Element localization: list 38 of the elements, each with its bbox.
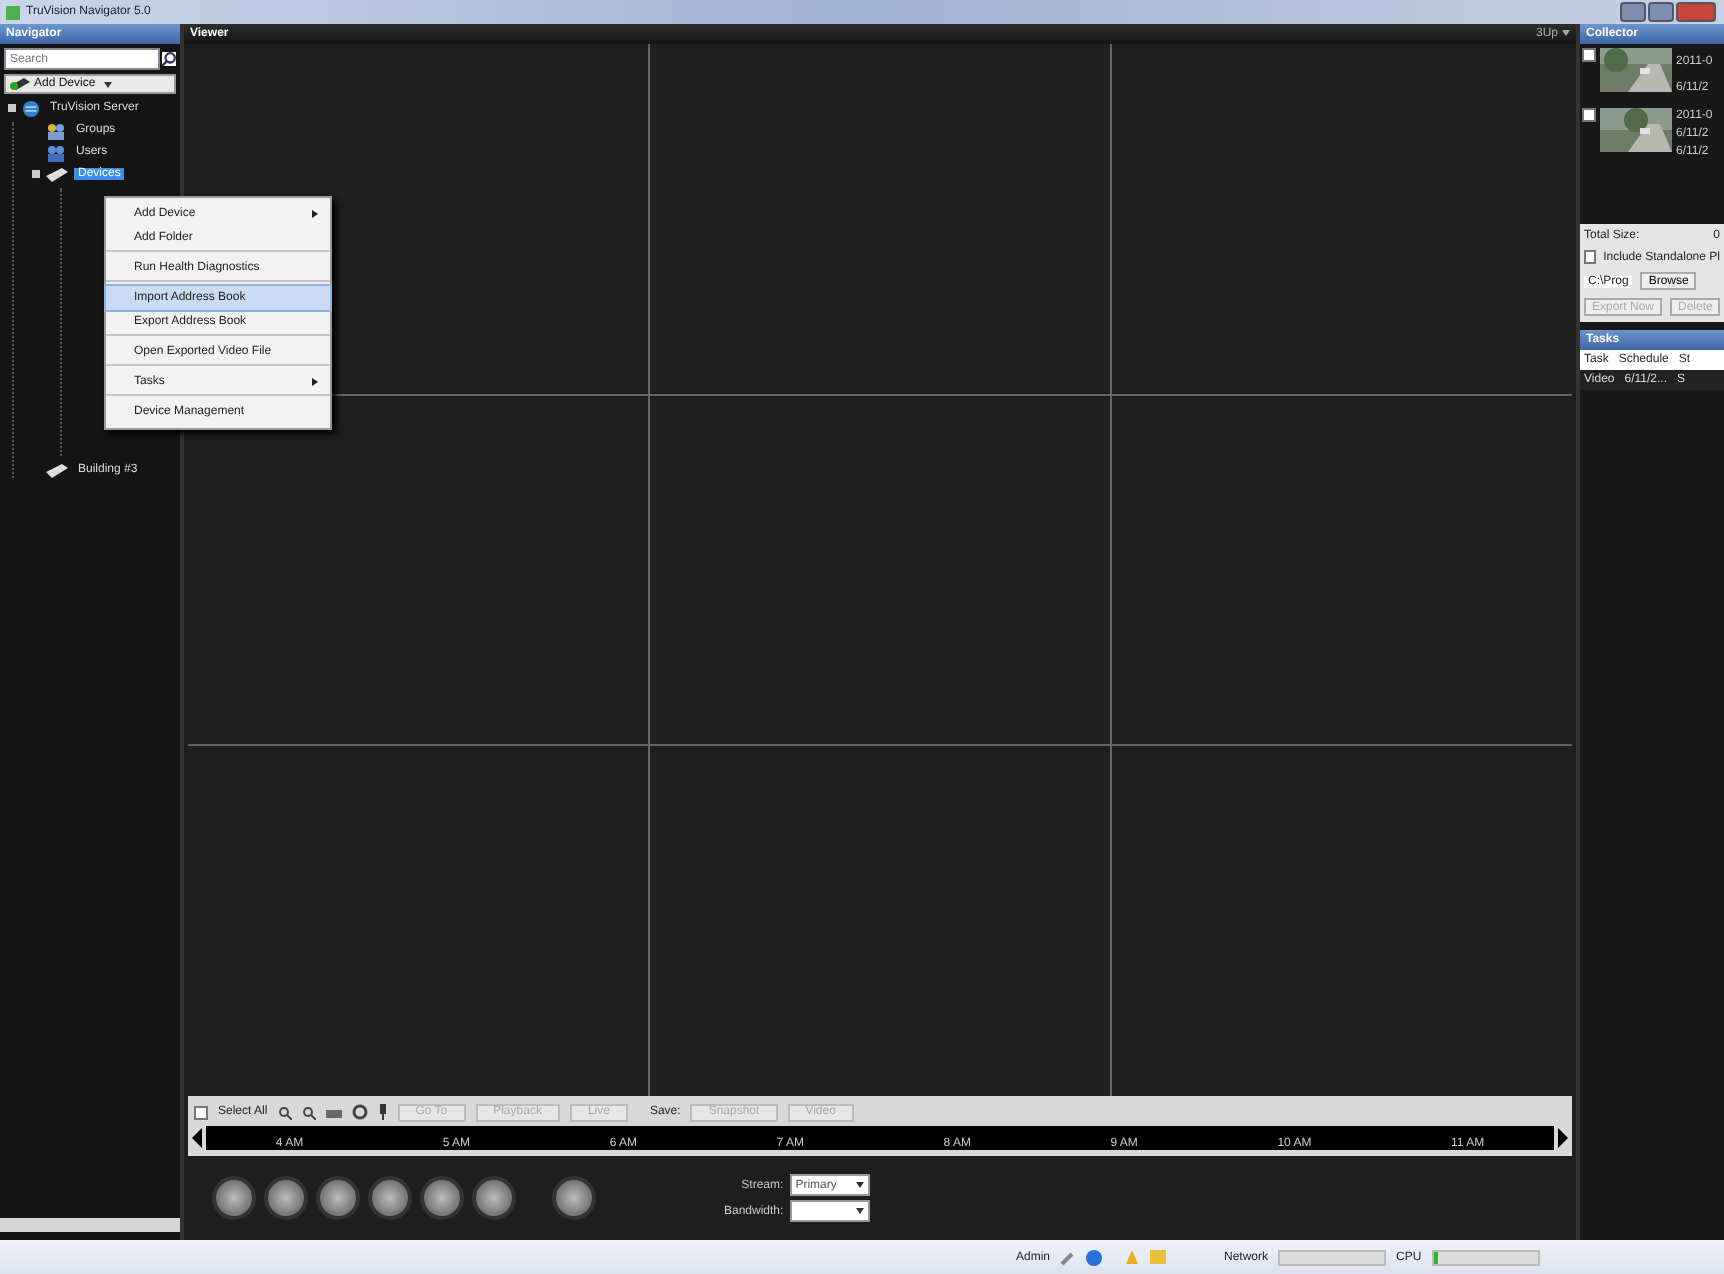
video-tile[interactable]	[1112, 746, 1572, 1096]
play-button[interactable]	[368, 1176, 412, 1220]
scrollbar[interactable]	[0, 1218, 180, 1232]
caret-icon[interactable]	[103, 81, 112, 87]
bandwidth-dropdown[interactable]	[789, 1200, 870, 1222]
help-icon[interactable]	[1086, 1249, 1103, 1265]
video-tile[interactable]	[1112, 395, 1572, 745]
checkbox[interactable]	[194, 1105, 208, 1119]
submenu-arrow-icon	[312, 210, 318, 218]
checkbox[interactable]	[1582, 108, 1596, 122]
submenu-arrow-icon	[312, 378, 318, 386]
network-meter	[1278, 1249, 1387, 1265]
zoom-in-icon[interactable]	[277, 1105, 292, 1119]
record-button[interactable]	[552, 1176, 596, 1220]
microphone-icon[interactable]	[377, 1104, 388, 1120]
search-icon[interactable]	[162, 52, 176, 66]
app-icon	[6, 5, 20, 19]
skip-forward-button[interactable]	[472, 1176, 516, 1220]
rewind-button[interactable]	[264, 1176, 308, 1220]
skip-back-button[interactable]	[212, 1176, 256, 1220]
globe-icon	[22, 99, 40, 117]
checkbox[interactable]	[1582, 48, 1596, 62]
video-tile[interactable]	[650, 395, 1110, 745]
video-tile[interactable]	[1112, 44, 1572, 394]
maximize-button[interactable]	[1648, 2, 1674, 22]
camera-icon	[46, 167, 68, 181]
camera-icon	[10, 78, 30, 90]
users-icon	[46, 143, 66, 161]
group-icon	[46, 121, 66, 139]
camera-icon	[46, 463, 68, 477]
checkbox[interactable]	[1584, 250, 1596, 264]
video-tile[interactable]	[650, 746, 1110, 1096]
video-tile[interactable]	[650, 44, 1110, 394]
pause-button[interactable]	[316, 1176, 360, 1220]
zoom-out-icon[interactable]	[301, 1105, 316, 1119]
minimize-button[interactable]	[1620, 2, 1646, 22]
fast-forward-button[interactable]	[420, 1176, 464, 1220]
video-tile[interactable]	[188, 746, 648, 1096]
